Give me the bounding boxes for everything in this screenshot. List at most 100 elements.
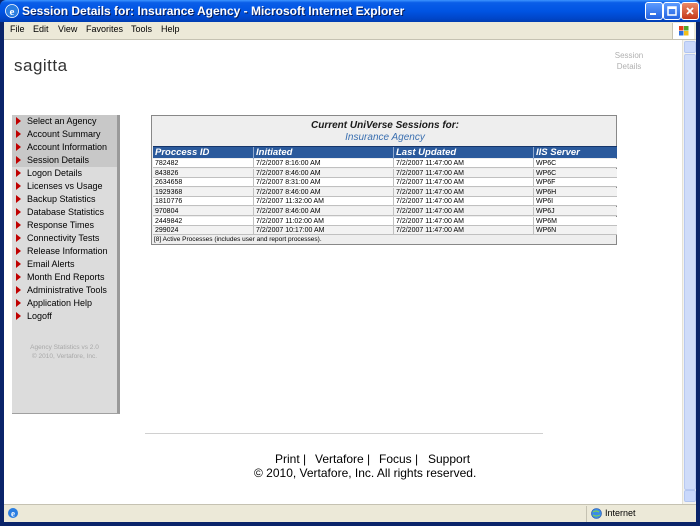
scroll-down-button[interactable] xyxy=(684,490,696,502)
sidebar-item-session-details[interactable]: Session Details xyxy=(12,154,117,167)
arrow-right-icon xyxy=(16,130,21,138)
initiated-cell: 7/2/2007 10:17:00 AM xyxy=(253,226,393,236)
zone-label: Internet xyxy=(605,508,636,518)
sidebar-item-logon-details[interactable]: Logon Details xyxy=(12,167,117,180)
title-bar[interactable]: e Session Details for: Insurance Agency … xyxy=(0,0,700,22)
process-id-cell: 843826 xyxy=(155,169,179,177)
last-updated-cell: 7/2/2007 11:47:00 AM xyxy=(393,207,533,216)
scroll-thumb[interactable] xyxy=(684,54,696,490)
agency-name: Insurance Agency xyxy=(345,132,425,143)
close-icon xyxy=(686,7,694,15)
sidebar-item-label: Connectivity Tests xyxy=(27,233,100,243)
column-header-initiated: Initiated xyxy=(253,147,393,159)
arrow-right-icon xyxy=(16,299,21,307)
vertical-scrollbar[interactable] xyxy=(682,40,696,504)
sidebar-item-label: Licenses vs Usage xyxy=(27,181,103,191)
minimize-button[interactable] xyxy=(645,2,663,20)
sidebar-item-select-agency[interactable]: Select an Agency xyxy=(12,115,117,128)
browser-window: e Session Details for: Insurance Agency … xyxy=(0,0,700,526)
security-zone: Internet xyxy=(586,506,694,522)
last-updated-cell: 7/2/2007 11:47:00 AM xyxy=(393,187,533,197)
menu-help[interactable]: Help xyxy=(161,24,180,34)
sidebar-item-label: Response Times xyxy=(27,220,95,230)
sidebar-nav: Select an Agency Account Summary Account… xyxy=(12,115,120,414)
print-link[interactable]: Print | xyxy=(275,452,306,466)
maximize-icon xyxy=(667,6,677,16)
sidebar-item-administrative-tools[interactable]: Administrative Tools xyxy=(12,284,117,297)
arrow-right-icon xyxy=(16,143,21,151)
last-updated-cell: 7/2/2007 11:47:00 AM xyxy=(393,159,533,168)
arrow-right-icon xyxy=(16,234,21,242)
focus-link[interactable]: Focus | xyxy=(379,452,418,466)
support-link[interactable]: Support xyxy=(428,452,470,466)
sidebar-item-label: Application Help xyxy=(27,298,93,308)
initiated-cell: 7/2/2007 8:46:00 AM xyxy=(253,187,393,197)
menu-file[interactable]: File xyxy=(10,24,25,34)
sidebar-item-label: Database Statistics xyxy=(27,207,105,217)
initiated-cell: 7/2/2007 8:46:00 AM xyxy=(253,207,393,216)
process-id-cell: 1929368 xyxy=(155,188,183,196)
windows-logo-icon xyxy=(672,23,694,39)
active-processes-note: [8] Active Processes (includes user and … xyxy=(154,236,322,243)
menu-favorites[interactable]: Favorites xyxy=(86,24,123,34)
iis-server-cell: WP6N xyxy=(533,226,617,236)
table-row: 1929368 7/2/2007 8:46:00 AM 7/2/2007 11:47… xyxy=(153,187,617,197)
sidebar-item-response-times[interactable]: Response Times xyxy=(12,219,117,232)
arrow-right-icon xyxy=(16,312,21,320)
table-row: 970804 7/2/2007 8:46:00 AM 7/2/2007 11:47:… xyxy=(153,207,617,216)
arrow-right-icon xyxy=(16,117,21,125)
sidebar-copyright: © 2010, Vertafore, Inc. xyxy=(31,353,98,360)
initiated-cell: 7/2/2007 11:32:00 AM xyxy=(253,197,393,207)
arrow-right-icon xyxy=(16,195,21,203)
table-row: 2449842 7/2/2007 11:02:00 AM 7/2/2007 11:4… xyxy=(153,216,617,226)
arrow-right-icon xyxy=(16,208,21,216)
maximize-button[interactable] xyxy=(663,2,681,20)
iis-server-cell: WP6C xyxy=(533,168,617,178)
last-updated-cell: 7/2/2007 11:47:00 AM xyxy=(393,197,533,207)
close-button[interactable] xyxy=(681,2,699,20)
arrow-right-icon xyxy=(16,273,21,281)
iis-server-cell: WP6F xyxy=(533,178,617,188)
sidebar-item-month-end-reports[interactable]: Month End Reports xyxy=(12,271,117,284)
arrow-right-icon xyxy=(16,286,21,294)
menu-tools[interactable]: Tools xyxy=(131,24,152,34)
arrow-right-icon xyxy=(16,169,21,177)
minimize-icon xyxy=(650,13,656,15)
window-title: Session Details for: Insurance Agency - … xyxy=(22,4,405,18)
arrow-right-icon xyxy=(16,247,21,255)
sidebar-item-email-alerts[interactable]: Email Alerts xyxy=(12,258,117,271)
iis-server-cell: WP6J xyxy=(533,207,617,216)
sidebar-item-label: Account Information xyxy=(27,142,108,152)
menu-view[interactable]: View xyxy=(58,24,77,34)
sidebar-item-account-summary[interactable]: Account Summary xyxy=(12,128,117,141)
sidebar-item-application-help[interactable]: Application Help xyxy=(12,297,117,310)
iis-server-cell: WP6I xyxy=(533,197,617,207)
page-viewport: sagitta Session Details Select an Agency… xyxy=(4,40,682,504)
process-id-cell: 782482 xyxy=(155,160,179,167)
vertafore-link[interactable]: Vertafore | xyxy=(315,452,370,466)
table-row: 2634658 7/2/2007 8:31:00 AM 7/2/2007 11:47… xyxy=(153,178,617,188)
process-id-cell: 1810776 xyxy=(155,198,183,206)
svg-text:e: e xyxy=(10,6,15,18)
initiated-cell: 7/2/2007 11:02:00 AM xyxy=(253,216,393,226)
sidebar-item-label: Month End Reports xyxy=(27,272,105,282)
last-updated-cell: 7/2/2007 11:47:00 AM xyxy=(393,168,533,178)
column-header-process-id: Proccess ID xyxy=(155,147,210,158)
sidebar-item-label: Logon Details xyxy=(27,168,83,178)
copyright-text: © 2010, Vertafore, Inc. All rights reser… xyxy=(254,466,477,480)
arrow-right-icon xyxy=(16,156,21,164)
table-row: 843826 7/2/2007 8:46:00 AM 7/2/2007 11:47:… xyxy=(153,168,617,178)
sidebar-item-database-statistics[interactable]: Database Statistics xyxy=(12,206,117,219)
sidebar-item-release-information[interactable]: Release Information xyxy=(12,245,117,258)
sagitta-logo: sagitta xyxy=(14,56,68,75)
sidebar-item-licenses-vs-usage[interactable]: Licenses vs Usage xyxy=(12,180,117,193)
sidebar-item-label: Email Alerts xyxy=(27,259,75,269)
scroll-up-button[interactable] xyxy=(684,41,696,53)
column-header-last-updated: Last Updated xyxy=(393,147,533,159)
sidebar-item-connectivity-tests[interactable]: Connectivity Tests xyxy=(12,232,117,245)
sessions-panel: Current UniVerse Sessions for: Insurance… xyxy=(151,115,617,245)
sidebar-item-account-information[interactable]: Account Information xyxy=(12,141,117,154)
menu-edit[interactable]: Edit xyxy=(33,24,49,34)
sidebar-item-logoff[interactable]: Logoff xyxy=(12,310,117,323)
sidebar-item-backup-statistics[interactable]: Backup Statistics xyxy=(12,193,117,206)
